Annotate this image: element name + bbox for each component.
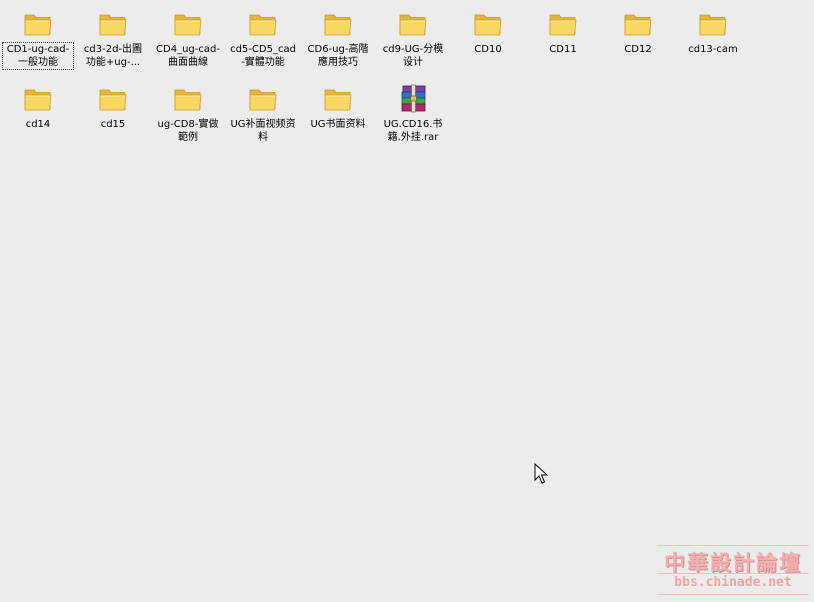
folder-icon xyxy=(699,14,727,36)
folder-label: ug-CD8-實做範例 xyxy=(157,119,219,143)
folder-icon xyxy=(24,89,52,111)
folder-icon xyxy=(99,89,127,111)
folder-icon xyxy=(399,14,427,36)
folder-label: cd13-cam xyxy=(688,44,738,55)
folder-label: UG书面资料 xyxy=(310,119,366,130)
folder-icon xyxy=(249,14,277,36)
folder-item[interactable]: cd3-2d-出圖功能+ug-... xyxy=(78,8,148,69)
folder-icon xyxy=(324,14,352,36)
folder-item[interactable]: cd15 xyxy=(78,83,148,131)
folder-item[interactable]: cd9-UG-分模设计 xyxy=(378,8,448,69)
folder-label: cd15 xyxy=(100,119,126,130)
folder-icon xyxy=(174,89,202,111)
folder-label: CD11 xyxy=(549,44,577,55)
folder-label: CD1-ug-cad-一般功能 xyxy=(2,42,74,70)
folder-label: CD12 xyxy=(624,44,652,55)
winrar-archive-icon xyxy=(401,84,426,113)
folder-item[interactable]: CD11 xyxy=(528,8,598,56)
folder-icon xyxy=(324,89,352,111)
folder-label: cd9-UG-分模设计 xyxy=(382,44,444,68)
file-view: CD1-ug-cad-一般功能 cd3-2d-出圖功能+ug-... CD4_u… xyxy=(0,0,814,602)
folder-label: cd14 xyxy=(25,119,51,130)
folder-item[interactable]: cd14 xyxy=(3,83,73,131)
folder-label: UG补面视频资料 xyxy=(230,119,296,143)
folder-label: CD10 xyxy=(474,44,502,55)
folder-item[interactable]: CD12 xyxy=(603,8,673,56)
watermark-url: bbs.chinade.net xyxy=(674,575,792,590)
folder-label: CD6-ug-高階應用技巧 xyxy=(307,44,369,68)
folder-item[interactable]: CD10 xyxy=(453,8,523,56)
folder-icon xyxy=(174,14,202,36)
folder-item[interactable]: cd13-cam xyxy=(678,8,748,56)
folder-item[interactable]: UG书面资料 xyxy=(303,83,373,131)
folder-item[interactable]: CD1-ug-cad-一般功能 xyxy=(2,8,74,70)
folder-label: cd3-2d-出圖功能+ug-... xyxy=(83,44,143,68)
folder-icon xyxy=(549,14,577,36)
folder-icon xyxy=(24,14,52,36)
folder-label: cd5-CD5_cad-實體功能 xyxy=(230,44,296,68)
folder-item[interactable]: CD4_ug-cad-曲面曲線 xyxy=(153,8,223,69)
folder-item[interactable]: ug-CD8-實做範例 xyxy=(153,83,223,144)
archive-label: UG.CD16.书籍.外挂.rar xyxy=(383,119,443,143)
folder-label: CD4_ug-cad-曲面曲線 xyxy=(156,44,220,68)
folder-icon xyxy=(249,89,277,111)
folder-icon xyxy=(624,14,652,36)
folder-item[interactable]: UG补面视频资料 xyxy=(228,83,298,144)
folder-icon xyxy=(474,14,502,36)
watermark: 中華設計論壇 bbs.chinade.net xyxy=(657,545,809,597)
archive-item[interactable]: UG.CD16.书籍.外挂.rar xyxy=(378,83,448,144)
folder-item[interactable]: cd5-CD5_cad-實體功能 xyxy=(228,8,298,69)
mouse-cursor-icon xyxy=(534,463,548,484)
folder-item[interactable]: CD6-ug-高階應用技巧 xyxy=(303,8,373,69)
folder-icon xyxy=(99,14,127,36)
